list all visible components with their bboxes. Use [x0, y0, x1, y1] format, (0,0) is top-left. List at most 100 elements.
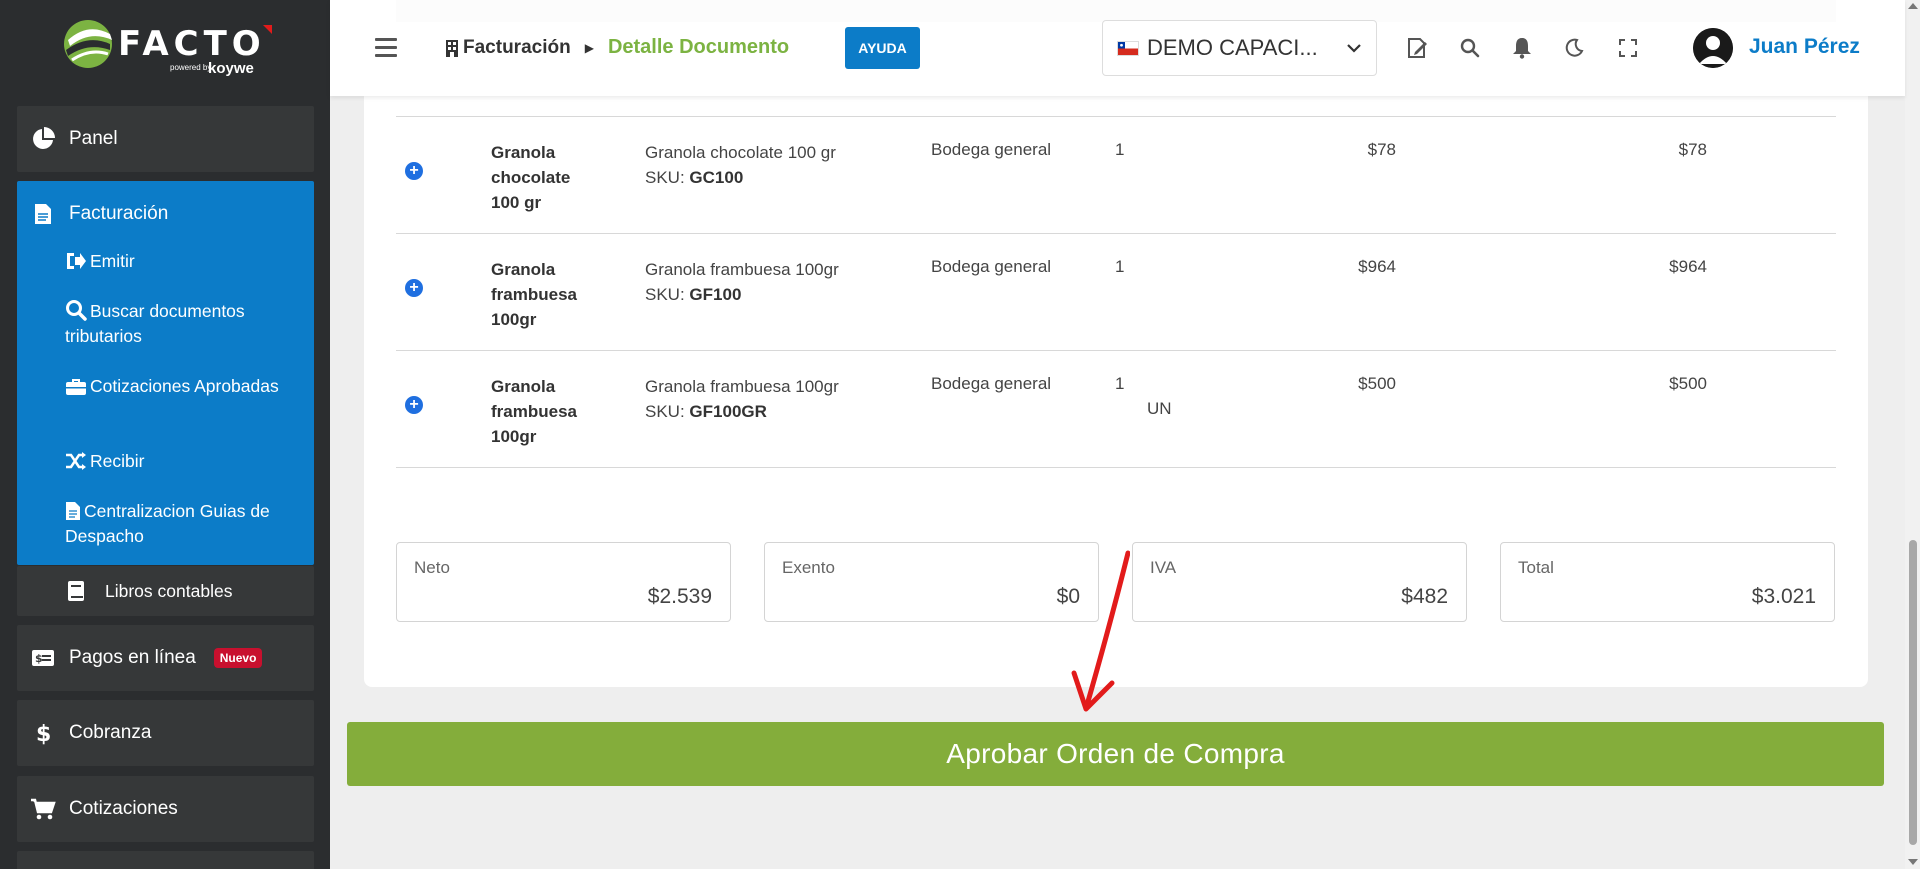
bell-icon[interactable] [1508, 34, 1536, 62]
product-name: Granola frambuesa 100gr [491, 260, 577, 329]
building-icon [446, 39, 458, 57]
sidebar-subitem-buscar-documentos[interactable]: Buscar documentos tributarios [65, 299, 295, 349]
neto-label: Neto [414, 558, 450, 577]
company-selector[interactable]: DEMO CAPACI... [1102, 20, 1377, 76]
avatar[interactable] [1693, 28, 1733, 68]
quantity: 1 [1115, 257, 1125, 276]
total-value: $3.021 [1751, 585, 1816, 608]
shopping-cart-icon [17, 798, 69, 820]
moon-icon[interactable] [1560, 34, 1588, 62]
subitem-label: Buscar documentos tributarios [65, 301, 245, 346]
sku-label: SKU: [645, 285, 685, 304]
partner-name: koywe [208, 60, 254, 77]
sidebar-item-label: Libros contables [105, 580, 233, 601]
new-badge: Nuevo [213, 648, 263, 668]
sidebar-item-panel[interactable]: Panel [17, 106, 314, 172]
product-description: Granola chocolate 100 gr SKU: GC100 [645, 140, 836, 190]
subitem-label: Centralizacion Guias de Despacho [65, 501, 270, 546]
briefcase-icon [66, 379, 86, 395]
sidebar-subitem-emitir[interactable]: Emitir [65, 249, 295, 274]
company-name: DEMO CAPACI... [1147, 35, 1318, 60]
iva-value: $482 [1401, 585, 1448, 608]
sidebar-subitem-cotizaciones-aprobadas[interactable]: Cotizaciones Aprobadas [65, 374, 295, 399]
sku-code: GC100 [689, 168, 744, 187]
description-text: Granola frambuesa 100gr [645, 260, 839, 279]
row-divider [396, 467, 1836, 468]
neto-value: $2.539 [647, 585, 712, 608]
iva-label: IVA [1150, 558, 1177, 577]
line-total: $78 [1678, 140, 1707, 159]
facto-logo[interactable]: FACTO powered by koywe [60, 16, 280, 84]
edit-document-icon[interactable] [1404, 34, 1432, 62]
brand-name: FACTO [118, 24, 266, 64]
facto-logo-icon [64, 20, 112, 68]
breadcrumb-root[interactable]: Facturación [463, 37, 571, 59]
unit-price: $964 [1358, 257, 1396, 276]
product-description: Granola frambuesa 100gr SKU: GF100 [645, 257, 839, 307]
search-icon [66, 300, 87, 321]
search-icon[interactable] [1456, 34, 1484, 62]
product-description: Granola frambuesa 100gr SKU: GF100GR [645, 374, 839, 424]
expand-row-icon[interactable]: + [405, 162, 423, 180]
sku-label: SKU: [645, 168, 685, 187]
money-bill-icon: $ [17, 649, 69, 667]
warehouse: Bodega general [931, 374, 1052, 393]
help-button[interactable]: AYUDA [845, 27, 920, 69]
top-header: Facturación ▶ Detalle Documento AYUDA DE… [330, 0, 1905, 96]
page-scrollbar[interactable] [1905, 0, 1920, 869]
sidebar-item-label: Cotizaciones [69, 798, 178, 819]
scroll-down-icon[interactable] [1908, 859, 1918, 865]
sidebar-item-cobranza[interactable]: $ Cobranza [17, 700, 314, 766]
exento-label: Exento [782, 558, 835, 577]
description-text: Granola frambuesa 100gr [645, 377, 839, 396]
chevron-down-icon [1347, 44, 1361, 53]
sidebar-item-label: Pagos en línea [69, 647, 196, 668]
approve-purchase-order-button[interactable]: Aprobar Orden de Compra [347, 722, 1884, 786]
warehouse: Bodega general [931, 140, 1052, 159]
sku-label: SKU: [645, 402, 685, 421]
expand-row-icon[interactable]: + [405, 279, 423, 297]
sidebar-subitem-centralizacion-guias[interactable]: Centralizacion Guias de Despacho [65, 499, 295, 549]
svg-text:$: $ [36, 722, 51, 745]
line-total: $964 [1669, 257, 1707, 276]
warehouse: Bodega general [931, 257, 1052, 276]
pie-chart-icon [17, 127, 69, 151]
table-row: + Granola frambuesa 100gr Granola frambu… [396, 234, 1836, 350]
sku-code: GF100 [689, 285, 742, 304]
total-box: Total $3.021 [1500, 542, 1835, 622]
quantity: 1 [1115, 140, 1125, 159]
table-row: + Granola frambuesa 100gr Granola frambu… [396, 351, 1836, 467]
sidebar-item-libros-contables[interactable]: Libros contables [17, 566, 314, 616]
sidebar-item-cotizaciones[interactable]: Cotizaciones [17, 776, 314, 842]
brand-accent-icon [263, 25, 272, 34]
document-icon [17, 203, 69, 225]
unit-price: $78 [1367, 140, 1396, 159]
book-icon [17, 580, 105, 602]
sidebar-item-facturacion[interactable]: Facturación Emitir Buscar documentos tri… [17, 181, 314, 565]
fullscreen-icon[interactable] [1614, 34, 1642, 62]
shuffle-icon [66, 452, 86, 470]
sign-out-icon [67, 253, 86, 269]
annotation-arrow-icon [1071, 550, 1130, 712]
neto-box: Neto $2.539 [396, 542, 731, 622]
scroll-up-icon[interactable] [1908, 3, 1918, 9]
subitem-label: Emitir [90, 251, 135, 271]
subitem-label: Cotizaciones Aprobadas [90, 376, 279, 396]
user-name[interactable]: Juan Pérez [1749, 35, 1860, 59]
breadcrumb: Facturación ▶ Detalle Documento [445, 36, 789, 59]
menu-icon[interactable] [375, 38, 397, 58]
chile-flag-icon [1117, 40, 1139, 56]
table-row: + Granola chocolate 100 gr Granola choco… [396, 117, 1836, 233]
svg-text:$: $ [35, 652, 43, 665]
iva-box: IVA $482 [1132, 542, 1467, 622]
expand-row-icon[interactable]: + [405, 396, 423, 414]
product-name: Granola frambuesa 100gr [491, 377, 577, 446]
sidebar-item-pagos-en-linea[interactable]: $ Pagos en línea Nuevo [17, 625, 314, 691]
sidebar-item-more[interactable] [17, 851, 314, 869]
powered-by-text: powered by [170, 63, 212, 72]
product-name: Granola chocolate 100 gr [491, 143, 571, 212]
scrollbar-thumb[interactable] [1909, 540, 1917, 845]
sidebar-subitem-recibir[interactable]: Recibir [65, 449, 295, 474]
sku-code: GF100GR [689, 402, 767, 421]
dollar-icon: $ [17, 721, 69, 745]
